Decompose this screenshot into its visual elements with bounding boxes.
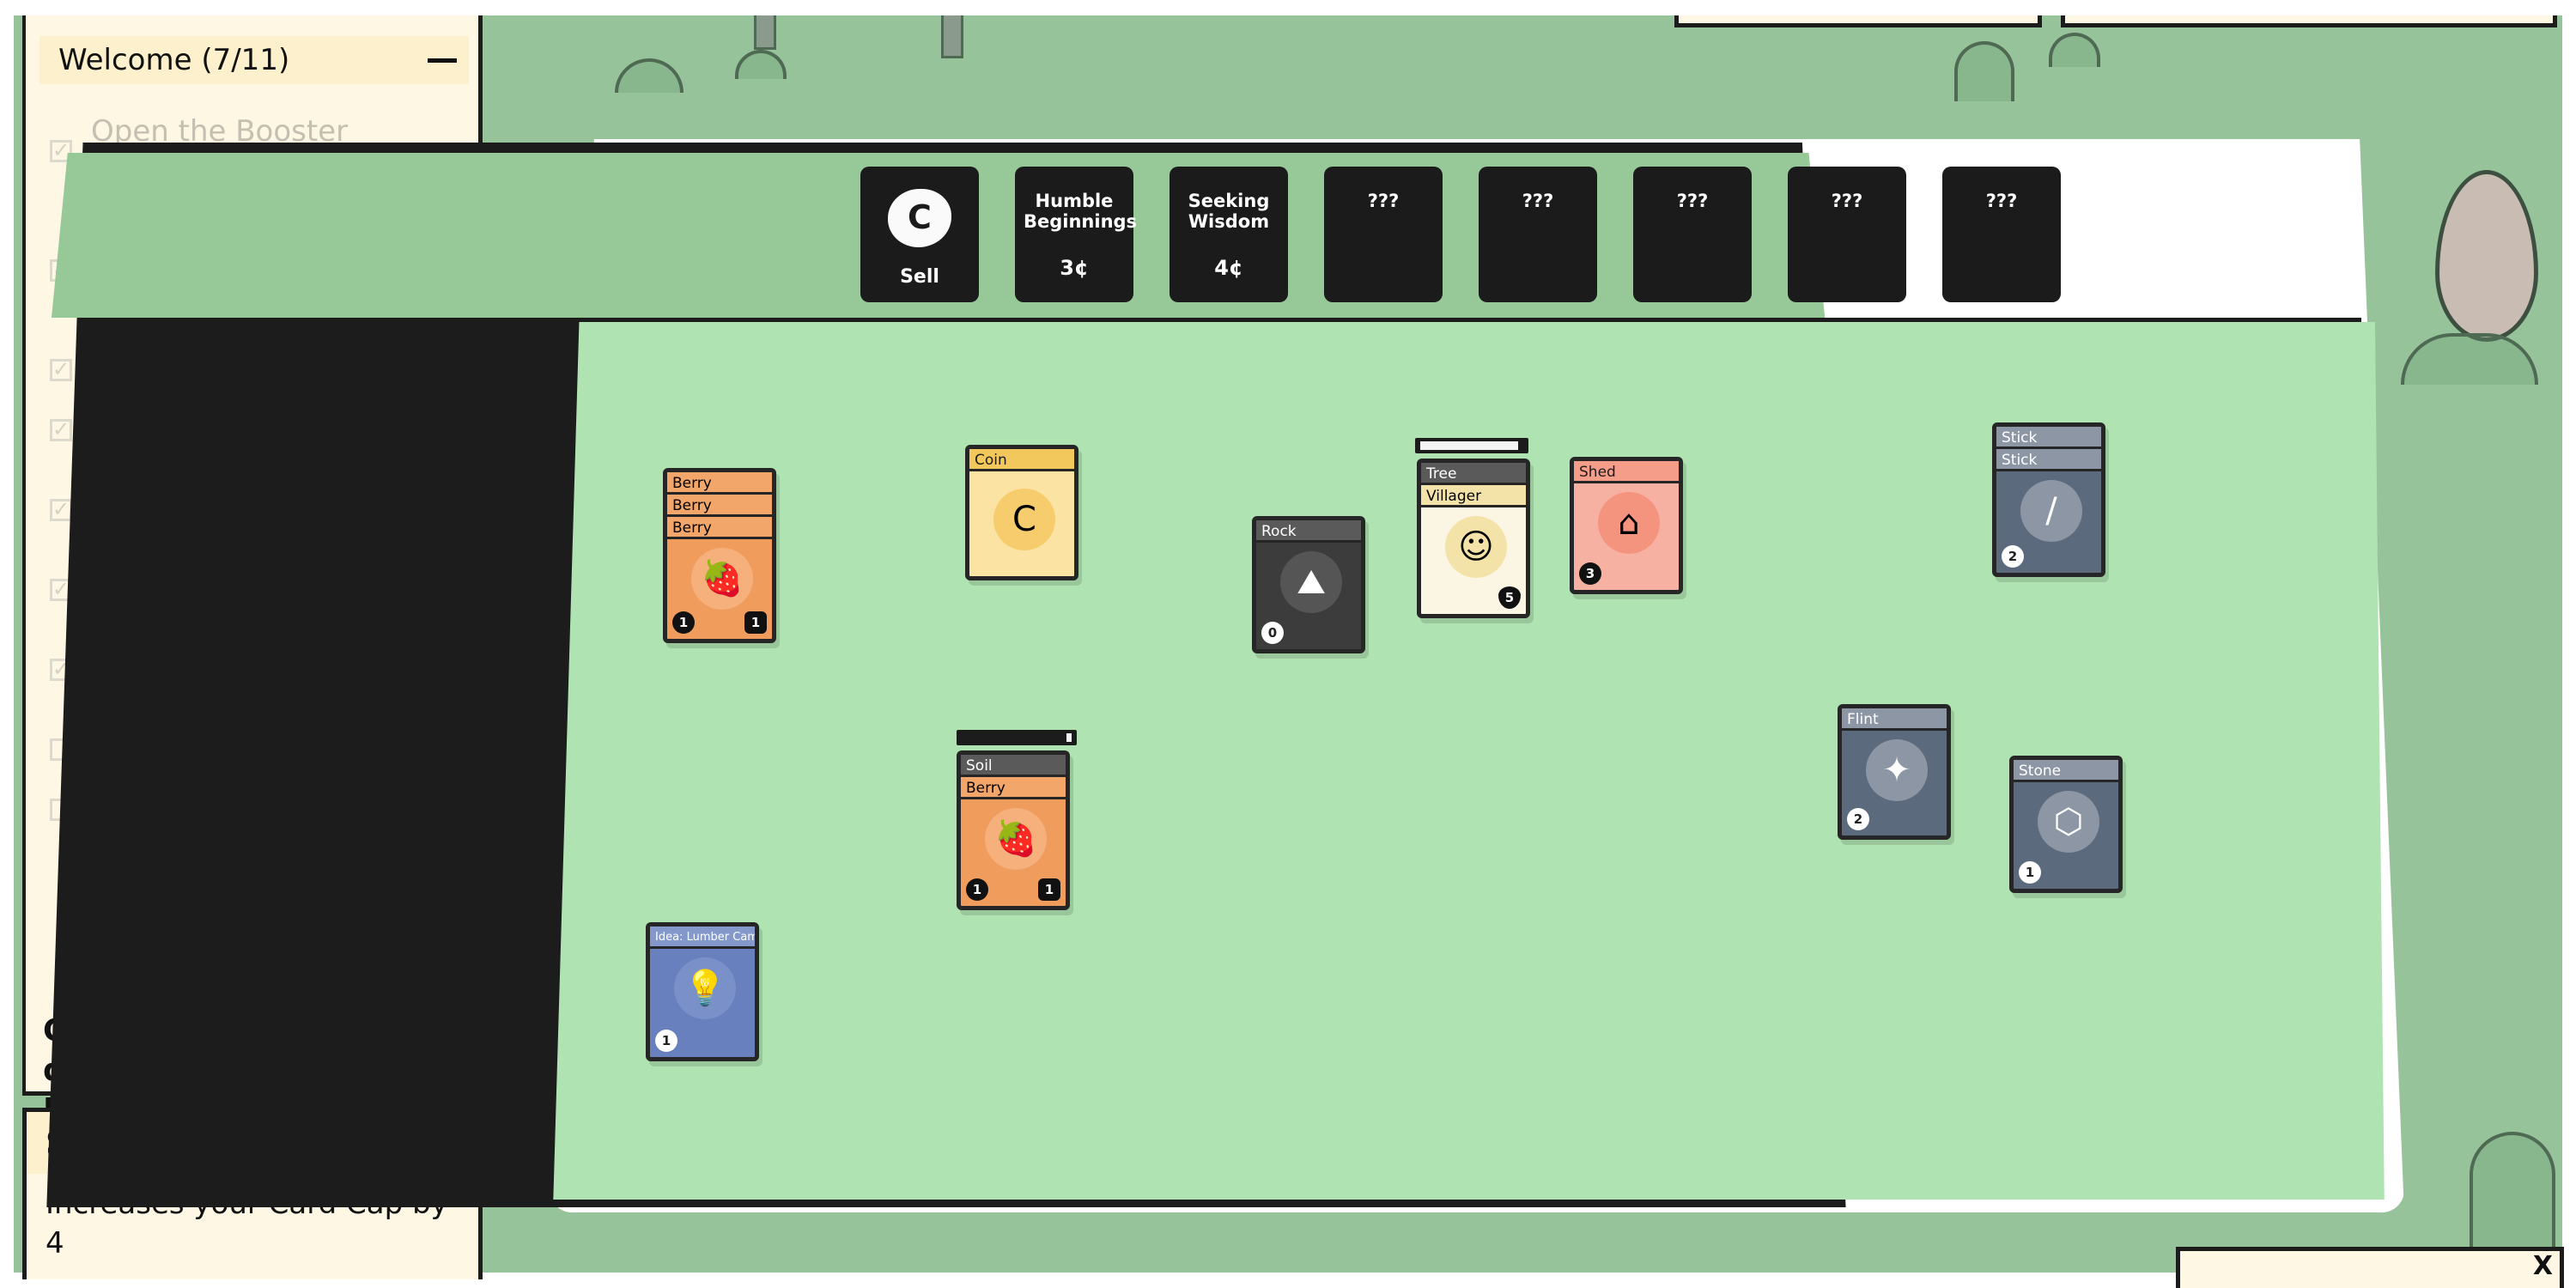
stick-icon: /	[2020, 480, 2082, 542]
bush-decoration	[2049, 33, 2100, 67]
price-value: 4	[1214, 256, 1229, 280]
strawberry-icon: 🍓	[985, 808, 1047, 870]
card-header: Berry	[961, 777, 1066, 799]
coin-value-badge: 2	[1847, 808, 1869, 830]
tree-progress-bar	[1415, 438, 1528, 453]
card-stack-soil-berry[interactable]: Soil Berry 🍓 1 1	[957, 750, 1070, 910]
checked-box-icon: ✓	[50, 359, 72, 381]
coin-icon: C	[888, 189, 951, 247]
stone-icon: ⬡	[2038, 791, 2099, 853]
pack-slot[interactable]: Seeking Wisdom 4¢	[1170, 167, 1288, 302]
quest-header[interactable]: Welcome (7/11)	[39, 36, 469, 84]
coin-value-badge: 0	[1261, 622, 1284, 644]
checked-box-icon: ✓	[50, 419, 72, 441]
card-rock[interactable]: Rock ⛰ 0	[1252, 516, 1365, 653]
tree-trunk-decoration	[941, 15, 963, 58]
card-header: Rock	[1256, 520, 1361, 543]
close-button[interactable]: X	[2533, 1251, 2553, 1281]
bush-decoration	[735, 50, 787, 79]
pack-slot[interactable]: ???	[1942, 167, 2061, 302]
card-header: Soil	[961, 755, 1066, 777]
card-header: Idea: Lumber Camp	[650, 927, 755, 949]
pack-name: ???	[1522, 191, 1554, 211]
top-panel-right	[2061, 15, 2557, 27]
card-header: Stone	[2014, 760, 2118, 782]
food-value-badge: 1	[744, 611, 767, 634]
pack-name: Seeking Wisdom	[1188, 191, 1270, 232]
coin-value-badge: 1	[966, 878, 988, 901]
coin-value-badge: 1	[655, 1030, 677, 1052]
soil-progress-bar	[957, 730, 1077, 745]
card-flint[interactable]: Flint ✦ 2	[1838, 704, 1951, 840]
sell-slot[interactable]: C Sell	[860, 167, 979, 302]
lightbulb-icon: 💡	[674, 957, 736, 1019]
pack-name: ???	[1985, 191, 2018, 211]
card-header: Berry	[667, 472, 772, 495]
card-header: Shed	[1574, 461, 1679, 483]
coin-icon: ¢	[1074, 256, 1089, 280]
bush-decoration	[2401, 333, 2538, 385]
card-shed[interactable]: Shed ⌂ 3	[1570, 457, 1683, 594]
pack-slot[interactable]: ???	[1324, 167, 1443, 302]
price-value: 3	[1060, 256, 1074, 280]
card-header: Flint	[1842, 708, 1947, 731]
pack-name: ???	[1367, 191, 1400, 211]
bottom-right-panel: X	[2176, 1247, 2564, 1288]
pack-slot[interactable]: ???	[1633, 167, 1752, 302]
bush-decoration	[1954, 41, 2014, 101]
coin-value-badge: 3	[1579, 562, 1601, 585]
card-header: Berry	[667, 495, 772, 517]
card-header: Stick	[1996, 427, 2101, 449]
card-coin[interactable]: Coin C	[965, 445, 1078, 580]
card-stone[interactable]: Stone ⬡ 1	[2009, 756, 2123, 893]
card-stack-berry[interactable]: Berry Berry Berry 🍓 1 1	[663, 468, 776, 643]
rock-icon: ⛰	[1280, 551, 1342, 613]
heart-health-badge: 5	[1498, 586, 1521, 609]
pack-slot[interactable]: ???	[1788, 167, 1906, 302]
flint-icon: ✦	[1866, 739, 1928, 801]
card-stack-stick[interactable]: Stick Stick / 2	[1992, 422, 2105, 577]
checked-box-icon: ✓	[50, 499, 72, 521]
pack-slot[interactable]: ???	[1479, 167, 1597, 302]
card-stack-tree-villager[interactable]: Tree Villager ☺ 5	[1417, 459, 1530, 618]
quest-group-title: Welcome (7/11)	[58, 43, 290, 77]
progress-fill	[1420, 441, 1518, 450]
card-header: Coin	[969, 449, 1074, 471]
card-header: Tree	[1421, 463, 1526, 485]
top-panel-left	[1674, 15, 2042, 27]
coin-value-badge: 2	[2002, 545, 2024, 568]
minus-icon[interactable]	[428, 58, 457, 63]
coin-icon: C	[993, 489, 1055, 550]
bush-decoration	[615, 58, 683, 93]
villager-icon: ☺	[1445, 516, 1507, 578]
pack-slot[interactable]: Humble Beginnings 3¢	[1015, 167, 1138, 302]
progress-fill	[1066, 733, 1072, 742]
shop-divider	[592, 318, 2361, 322]
coin-value-badge: 1	[2019, 861, 2041, 884]
card-header: Stick	[1996, 449, 2101, 471]
house-icon: ⌂	[1598, 492, 1660, 554]
card-header: Berry	[667, 517, 772, 539]
tree-decoration	[2435, 170, 2538, 342]
pack-name: Humble Beginnings	[1024, 191, 1138, 232]
card-idea-lumber-camp[interactable]: Idea: Lumber Camp 💡 1	[646, 922, 759, 1061]
pack-price: 3¢	[1015, 256, 1133, 280]
tree-trunk-decoration	[754, 15, 776, 50]
pack-name: ???	[1831, 191, 1863, 211]
pack-name: ???	[1676, 191, 1709, 211]
pack-price: 4¢	[1170, 256, 1288, 280]
sell-label: Sell	[900, 266, 939, 288]
food-value-badge: 1	[1038, 878, 1060, 901]
coin-value-badge: 1	[672, 611, 695, 634]
coin-icon: ¢	[1229, 256, 1243, 280]
card-header: Villager	[1421, 485, 1526, 507]
strawberry-icon: 🍓	[691, 548, 753, 610]
